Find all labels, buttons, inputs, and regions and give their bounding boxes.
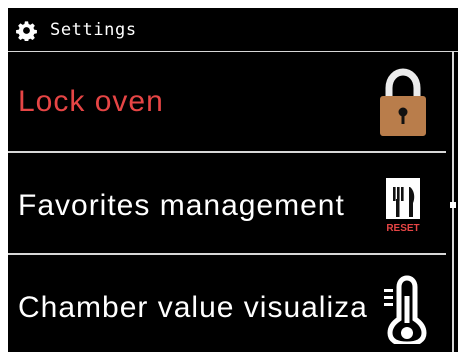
scroll-thumb[interactable] [450, 202, 456, 208]
reset-badge-text: RESET [386, 223, 419, 234]
menu-item-label: Favorites management [18, 189, 345, 222]
menu-item-chamber-value-visualization[interactable]: Chamber value visualizat [8, 256, 446, 352]
scrollbar[interactable] [448, 52, 458, 352]
settings-list: Lock oven Favorites management RESET Cha… [8, 52, 458, 352]
header-bar: Settings [8, 8, 458, 52]
settings-panel: Settings Lock oven Favorites management [8, 8, 458, 352]
padlock-icon [380, 68, 426, 136]
gear-icon [16, 21, 37, 41]
screen: Settings Lock oven Favorites management [0, 0, 466, 352]
menu-item-favorites-management[interactable]: Favorites management RESET [8, 154, 446, 255]
menu-item-label: Chamber value visualizat [18, 291, 368, 324]
menu-item-label: Lock oven [18, 85, 164, 118]
favorites-reset-icon: RESET [386, 178, 420, 234]
menu-item-lock-oven[interactable]: Lock oven [8, 52, 446, 153]
thermometer-icon [384, 275, 427, 344]
page-title: Settings [50, 20, 137, 40]
